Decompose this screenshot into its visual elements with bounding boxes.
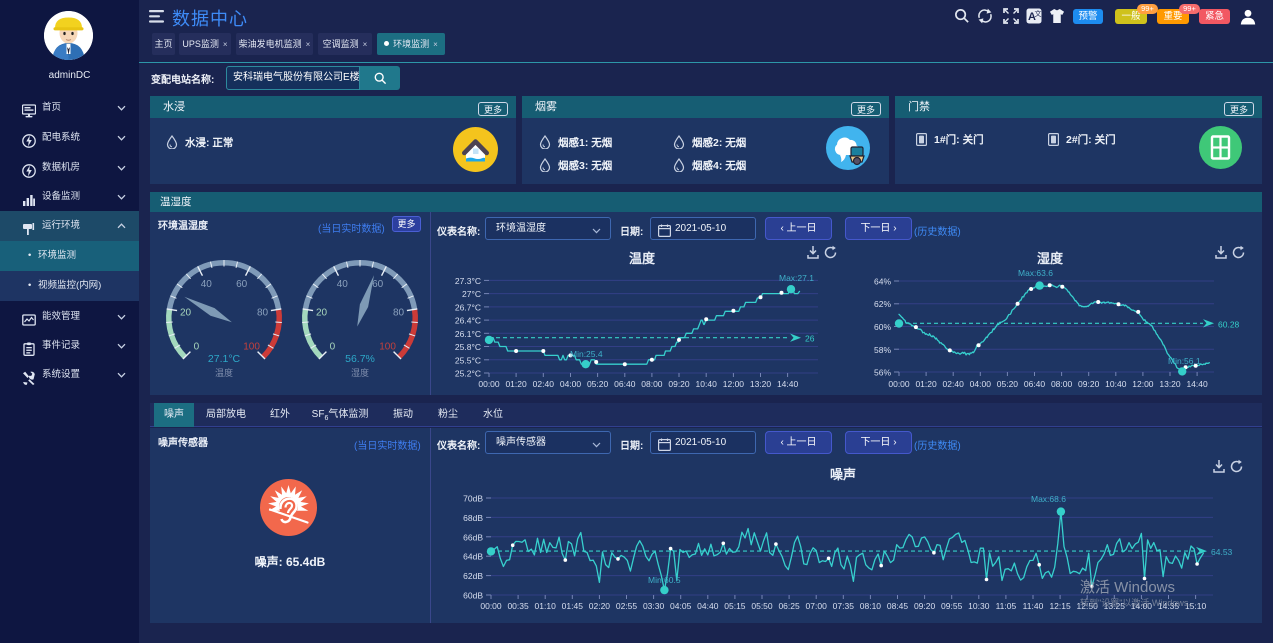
- svg-text:62dB: 62dB: [463, 571, 483, 581]
- svg-text:Max:63.6: Max:63.6: [1018, 268, 1053, 278]
- svg-text:03:30: 03:30: [643, 601, 665, 611]
- svg-text:66dB: 66dB: [463, 532, 483, 542]
- svg-text:04:00: 04:00: [970, 379, 992, 389]
- svg-text:01:45: 01:45: [562, 601, 584, 611]
- svg-text:01:20: 01:20: [915, 379, 937, 389]
- svg-text:06:40: 06:40: [614, 379, 636, 389]
- svg-text:05:50: 05:50: [751, 601, 773, 611]
- svg-text:10:40: 10:40: [1105, 379, 1127, 389]
- svg-text:68dB: 68dB: [463, 513, 483, 523]
- svg-text:02:20: 02:20: [589, 601, 611, 611]
- svg-text:14:40: 14:40: [1186, 379, 1208, 389]
- svg-text:Min:56.1: Min:56.1: [1168, 356, 1201, 366]
- svg-text:06:25: 06:25: [778, 601, 800, 611]
- svg-text:70dB: 70dB: [463, 494, 483, 504]
- svg-text:10:40: 10:40: [696, 379, 718, 389]
- svg-text:56%: 56%: [874, 368, 891, 378]
- svg-text:09:20: 09:20: [668, 379, 690, 389]
- svg-text:00:35: 00:35: [507, 601, 529, 611]
- svg-text:02:40: 02:40: [943, 379, 965, 389]
- svg-text:64.53: 64.53: [1211, 547, 1233, 557]
- svg-text:27.3°C: 27.3°C: [455, 276, 481, 286]
- svg-text:06:40: 06:40: [1024, 379, 1046, 389]
- svg-text:60%: 60%: [874, 322, 891, 332]
- svg-text:12:00: 12:00: [1132, 379, 1154, 389]
- svg-text:Max:27.1: Max:27.1: [779, 273, 814, 283]
- svg-text:08:00: 08:00: [641, 379, 663, 389]
- svg-text:27°C: 27°C: [462, 289, 481, 299]
- svg-text:04:05: 04:05: [670, 601, 692, 611]
- svg-text:11:05: 11:05: [996, 601, 1017, 611]
- svg-text:26.1°C: 26.1°C: [455, 329, 481, 339]
- svg-text:11:40: 11:40: [1023, 601, 1044, 611]
- svg-text:04:40: 04:40: [697, 601, 719, 611]
- svg-text:12:00: 12:00: [723, 379, 745, 389]
- svg-text:64dB: 64dB: [463, 552, 483, 562]
- svg-text:00:00: 00:00: [478, 379, 500, 389]
- svg-text:01:10: 01:10: [535, 601, 557, 611]
- svg-text:00:00: 00:00: [480, 601, 502, 611]
- svg-text:07:35: 07:35: [833, 601, 855, 611]
- svg-text:05:20: 05:20: [587, 379, 609, 389]
- svg-text:08:00: 08:00: [1051, 379, 1073, 389]
- svg-text:04:00: 04:00: [560, 379, 582, 389]
- svg-text:26.4°C: 26.4°C: [455, 316, 481, 326]
- svg-text:09:20: 09:20: [1078, 379, 1100, 389]
- svg-text:02:55: 02:55: [616, 601, 638, 611]
- svg-text:64%: 64%: [874, 277, 891, 287]
- svg-text:09:55: 09:55: [941, 601, 963, 611]
- svg-text:26.7°C: 26.7°C: [455, 302, 481, 312]
- svg-text:13:20: 13:20: [750, 379, 772, 389]
- svg-text:Max:68.6: Max:68.6: [1031, 494, 1066, 504]
- svg-text:14:40: 14:40: [777, 379, 799, 389]
- svg-text:05:15: 05:15: [724, 601, 746, 611]
- svg-text:09:20: 09:20: [914, 601, 936, 611]
- svg-text:26: 26: [805, 334, 815, 344]
- svg-text:Min:60.5: Min:60.5: [648, 575, 681, 585]
- svg-text:Min:25.4: Min:25.4: [570, 349, 603, 359]
- svg-text:13:20: 13:20: [1159, 379, 1181, 389]
- svg-text:07:00: 07:00: [806, 601, 828, 611]
- svg-text:02:40: 02:40: [533, 379, 555, 389]
- svg-text:08:45: 08:45: [887, 601, 909, 611]
- svg-text:00:00: 00:00: [888, 379, 910, 389]
- svg-text:08:10: 08:10: [860, 601, 882, 611]
- svg-text:58%: 58%: [874, 345, 891, 355]
- svg-text:62%: 62%: [874, 299, 891, 309]
- svg-text:12:15: 12:15: [1049, 601, 1071, 611]
- svg-text:01:20: 01:20: [505, 379, 527, 389]
- svg-text:60dB: 60dB: [463, 591, 483, 601]
- svg-text:60.28: 60.28: [1218, 319, 1240, 329]
- svg-text:25.2°C: 25.2°C: [455, 369, 481, 379]
- svg-text:05:20: 05:20: [997, 379, 1019, 389]
- svg-text:10:30: 10:30: [968, 601, 990, 611]
- svg-text:25.8°C: 25.8°C: [455, 342, 481, 352]
- svg-text:25.5°C: 25.5°C: [455, 355, 481, 365]
